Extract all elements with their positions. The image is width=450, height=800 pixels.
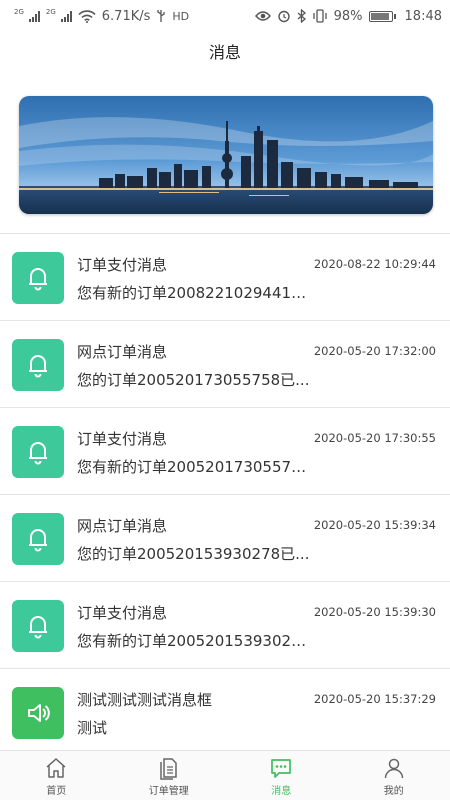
bell-icon [12,600,64,652]
eye-icon [254,11,271,21]
bell-icon [12,513,64,565]
signal-icon-2 [60,10,72,22]
clock: 18:48 [404,8,442,24]
tab-messages[interactable]: 消息 [225,751,338,800]
message-content: 您的订单200520153930278已... [77,545,310,563]
bell-icon [12,426,64,478]
bottom-tab-bar: 首页 订单管理 消息 我的 [0,750,450,800]
status-left: 2G 2G 6.71K/s HD [14,8,190,24]
network-type-label: 2G [14,8,24,16]
wifi-icon [78,9,96,23]
message-time: 2020-05-20 17:30:55 [313,431,436,445]
battery-icon [368,10,396,22]
bluetooth-icon [297,9,306,23]
vibrate-icon [312,9,327,23]
message-time: 2020-05-20 15:37:29 [313,692,436,706]
message-item[interactable]: 订单支付消息 2020-05-20 17:30:55 您有新的订单2005201… [0,408,450,495]
message-title: 网点订单消息 [77,343,168,361]
network-type-label-2: 2G [45,8,56,16]
message-title: 订单支付消息 [77,256,168,274]
message-title: 测试测试测试消息框 [77,691,213,709]
message-title: 网点订单消息 [77,517,168,535]
status-bar: 2G 2G 6.71K/s HD 98% 18:48 [0,0,450,32]
tab-label: 消息 [271,786,292,797]
message-title: 订单支付消息 [77,430,168,448]
message-item[interactable]: 网点订单消息 2020-05-20 15:39:34 您的订单200520153… [0,495,450,582]
tab-profile[interactable]: 我的 [338,751,450,800]
speaker-icon [12,687,64,739]
document-icon [160,758,177,780]
message-item[interactable]: 订单支付消息 2020-05-20 15:39:30 您有新的订单2005201… [0,582,450,669]
message-content: 您有新的订单20082210294416... [77,284,313,302]
page-title: 消息 [208,43,241,62]
tab-label: 我的 [383,786,404,797]
message-list: 订单支付消息 2020-08-22 10:29:44 您有新的订单2008221… [0,233,450,756]
message-item[interactable]: 测试测试测试消息框 2020-05-20 15:37:29 测试 [0,669,450,756]
status-right: 98% 18:48 [254,8,442,24]
message-content: 测试 [77,719,108,737]
hd-label: HD [172,9,190,23]
signal-icon [28,10,40,22]
message-time: 2020-05-20 15:39:34 [313,518,436,532]
tab-label: 首页 [46,786,67,797]
message-time: 2020-05-20 15:39:30 [313,605,436,619]
message-content: 您有新的订单20052017305575... [77,458,313,476]
message-content: 您有新的订单20052015393027... [77,632,313,650]
person-icon [384,758,403,779]
message-title: 订单支付消息 [77,604,168,622]
city-skyline-image [19,96,433,214]
banner-image[interactable] [19,96,433,214]
alarm-icon [277,10,290,23]
chat-icon [271,759,292,778]
bell-icon [12,252,64,304]
usb-icon [157,10,166,22]
message-content: 您的订单200520173055758已... [77,371,310,389]
home-icon [46,758,66,778]
tab-home[interactable]: 首页 [0,751,113,800]
message-time: 2020-05-20 17:32:00 [313,344,436,358]
battery-percent: 98% [333,8,363,24]
network-speed: 6.71K/s [101,8,151,24]
message-item[interactable]: 网点订单消息 2020-05-20 17:32:00 您的订单200520173… [0,321,450,408]
tab-orders[interactable]: 订单管理 [113,751,226,800]
message-item[interactable]: 订单支付消息 2020-08-22 10:29:44 您有新的订单2008221… [0,234,450,321]
tab-label: 订单管理 [148,786,189,797]
message-time: 2020-08-22 10:29:44 [313,257,436,271]
bell-icon [12,339,64,391]
